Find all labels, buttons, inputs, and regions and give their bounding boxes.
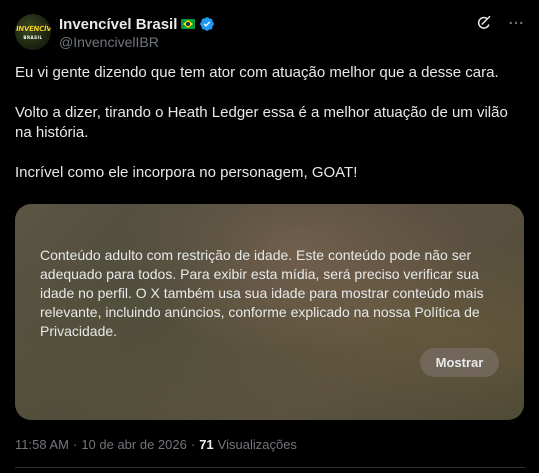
post-paragraph: Eu vi gente dizendo que tem ator com atu…: [15, 64, 499, 81]
post-text: Eu vi gente dizendo que tem ator com atu…: [15, 63, 525, 203]
post-time[interactable]: 11:58 AM: [15, 437, 69, 452]
meta-separator: ·: [190, 437, 196, 452]
grok-icon[interactable]: [475, 14, 493, 32]
avatar-logo-text: INVENCÍVEL: [15, 25, 51, 33]
divider: [15, 467, 525, 468]
avatar[interactable]: INVENCÍVEL BRASIL: [15, 14, 51, 50]
sensitive-media-card: Conteúdo adulto com restrição de idade. …: [15, 204, 524, 420]
show-media-button[interactable]: Mostrar: [420, 348, 499, 377]
post-paragraph: Volto a dizer, tirando o Heath Ledger es…: [15, 104, 508, 141]
header-actions: [475, 14, 525, 32]
avatar-logo-sub: BRASIL: [23, 35, 43, 40]
views-label: Visualizações: [217, 437, 297, 452]
views-count: 71: [199, 437, 214, 452]
post-date[interactable]: 10 de abr de 2026: [81, 437, 187, 452]
meta-separator: ·: [72, 437, 78, 452]
author-handle[interactable]: @InvencivelIBR: [59, 34, 159, 50]
author-display-name[interactable]: Invencível Brasil: [59, 16, 177, 33]
brazil-flag-icon: [181, 19, 196, 29]
verified-badge-icon[interactable]: [199, 16, 215, 32]
age-restriction-notice: Conteúdo adulto com restrição de idade. …: [40, 247, 484, 339]
more-options-icon[interactable]: [507, 14, 525, 32]
author-name-row: Invencível Brasil: [59, 15, 215, 33]
post-paragraph: Incrível como ele incorpora no personage…: [15, 164, 358, 181]
post-meta: 11:58 AM · 10 de abr de 2026 · 71 Visual…: [15, 437, 297, 452]
post-header: INVENCÍVEL BRASIL Invencível Brasil @Inv…: [15, 12, 525, 52]
